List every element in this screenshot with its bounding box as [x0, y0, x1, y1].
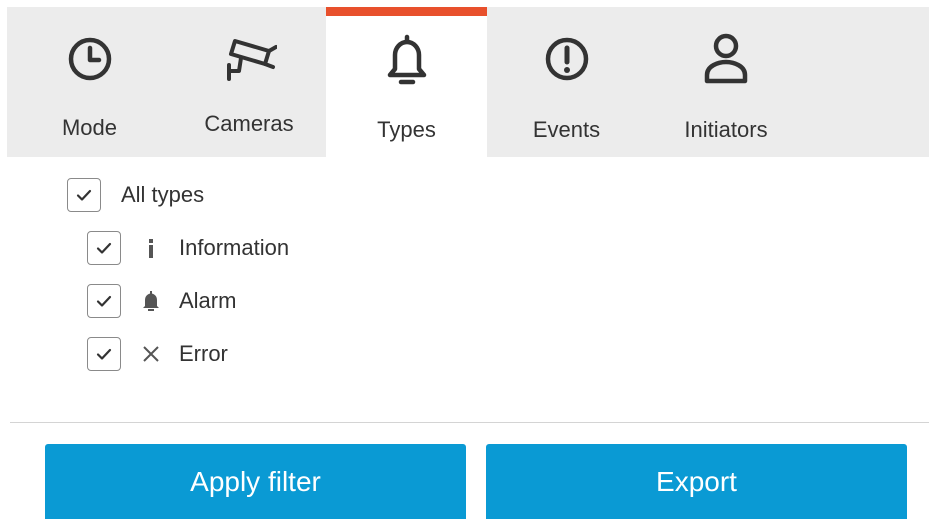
tab-label-initiators: Initiators [684, 117, 768, 142]
exclamation-circle-icon [545, 37, 588, 81]
alarm-label: Alarm [179, 288, 237, 313]
bell-icon [139, 289, 163, 313]
all-types-checkbox[interactable] [67, 178, 101, 212]
tab-label-mode: Mode [61, 115, 118, 140]
filter-tab-bar: Mode Cameras Types Events Initiators [7, 7, 929, 157]
list-item: All types [67, 175, 204, 215]
checkmark-icon [96, 242, 112, 254]
tab-label-cameras: Cameras [204, 111, 294, 136]
apply-filter-button[interactable]: Apply filter [45, 444, 466, 519]
tab-mode[interactable]: Mode [7, 7, 172, 157]
checkmark-icon [76, 189, 92, 201]
export-button[interactable]: Export [486, 444, 907, 519]
all-types-label: All types [121, 182, 205, 207]
tab-events[interactable]: Events [487, 7, 646, 157]
tab-initiators[interactable]: Initiators [646, 7, 806, 157]
information-checkbox[interactable] [87, 231, 121, 265]
information-label: Information [179, 235, 290, 260]
bell-icon [387, 34, 426, 85]
checkmark-icon [96, 295, 112, 307]
info-icon [139, 236, 163, 260]
list-item: Information [87, 228, 289, 268]
types-tree: All types Information Alarm Error [0, 160, 929, 400]
tab-label-types: Types [377, 117, 436, 142]
checkmark-icon [96, 348, 112, 360]
event-filter-panel: Mode Cameras Types Events Initiators All… [0, 0, 929, 519]
error-label: Error [179, 341, 228, 366]
tab-label-events: Events [532, 117, 601, 142]
error-checkbox[interactable] [87, 337, 121, 371]
user-icon [704, 33, 748, 84]
divider [10, 422, 929, 423]
list-item: Error [87, 334, 228, 374]
clock-icon [68, 37, 111, 81]
alarm-checkbox[interactable] [87, 284, 121, 318]
tab-types[interactable]: Types [326, 7, 487, 157]
tab-cameras[interactable]: Cameras [172, 7, 326, 157]
camera-icon [227, 39, 277, 81]
close-icon [139, 342, 163, 366]
list-item: Alarm [87, 281, 236, 321]
